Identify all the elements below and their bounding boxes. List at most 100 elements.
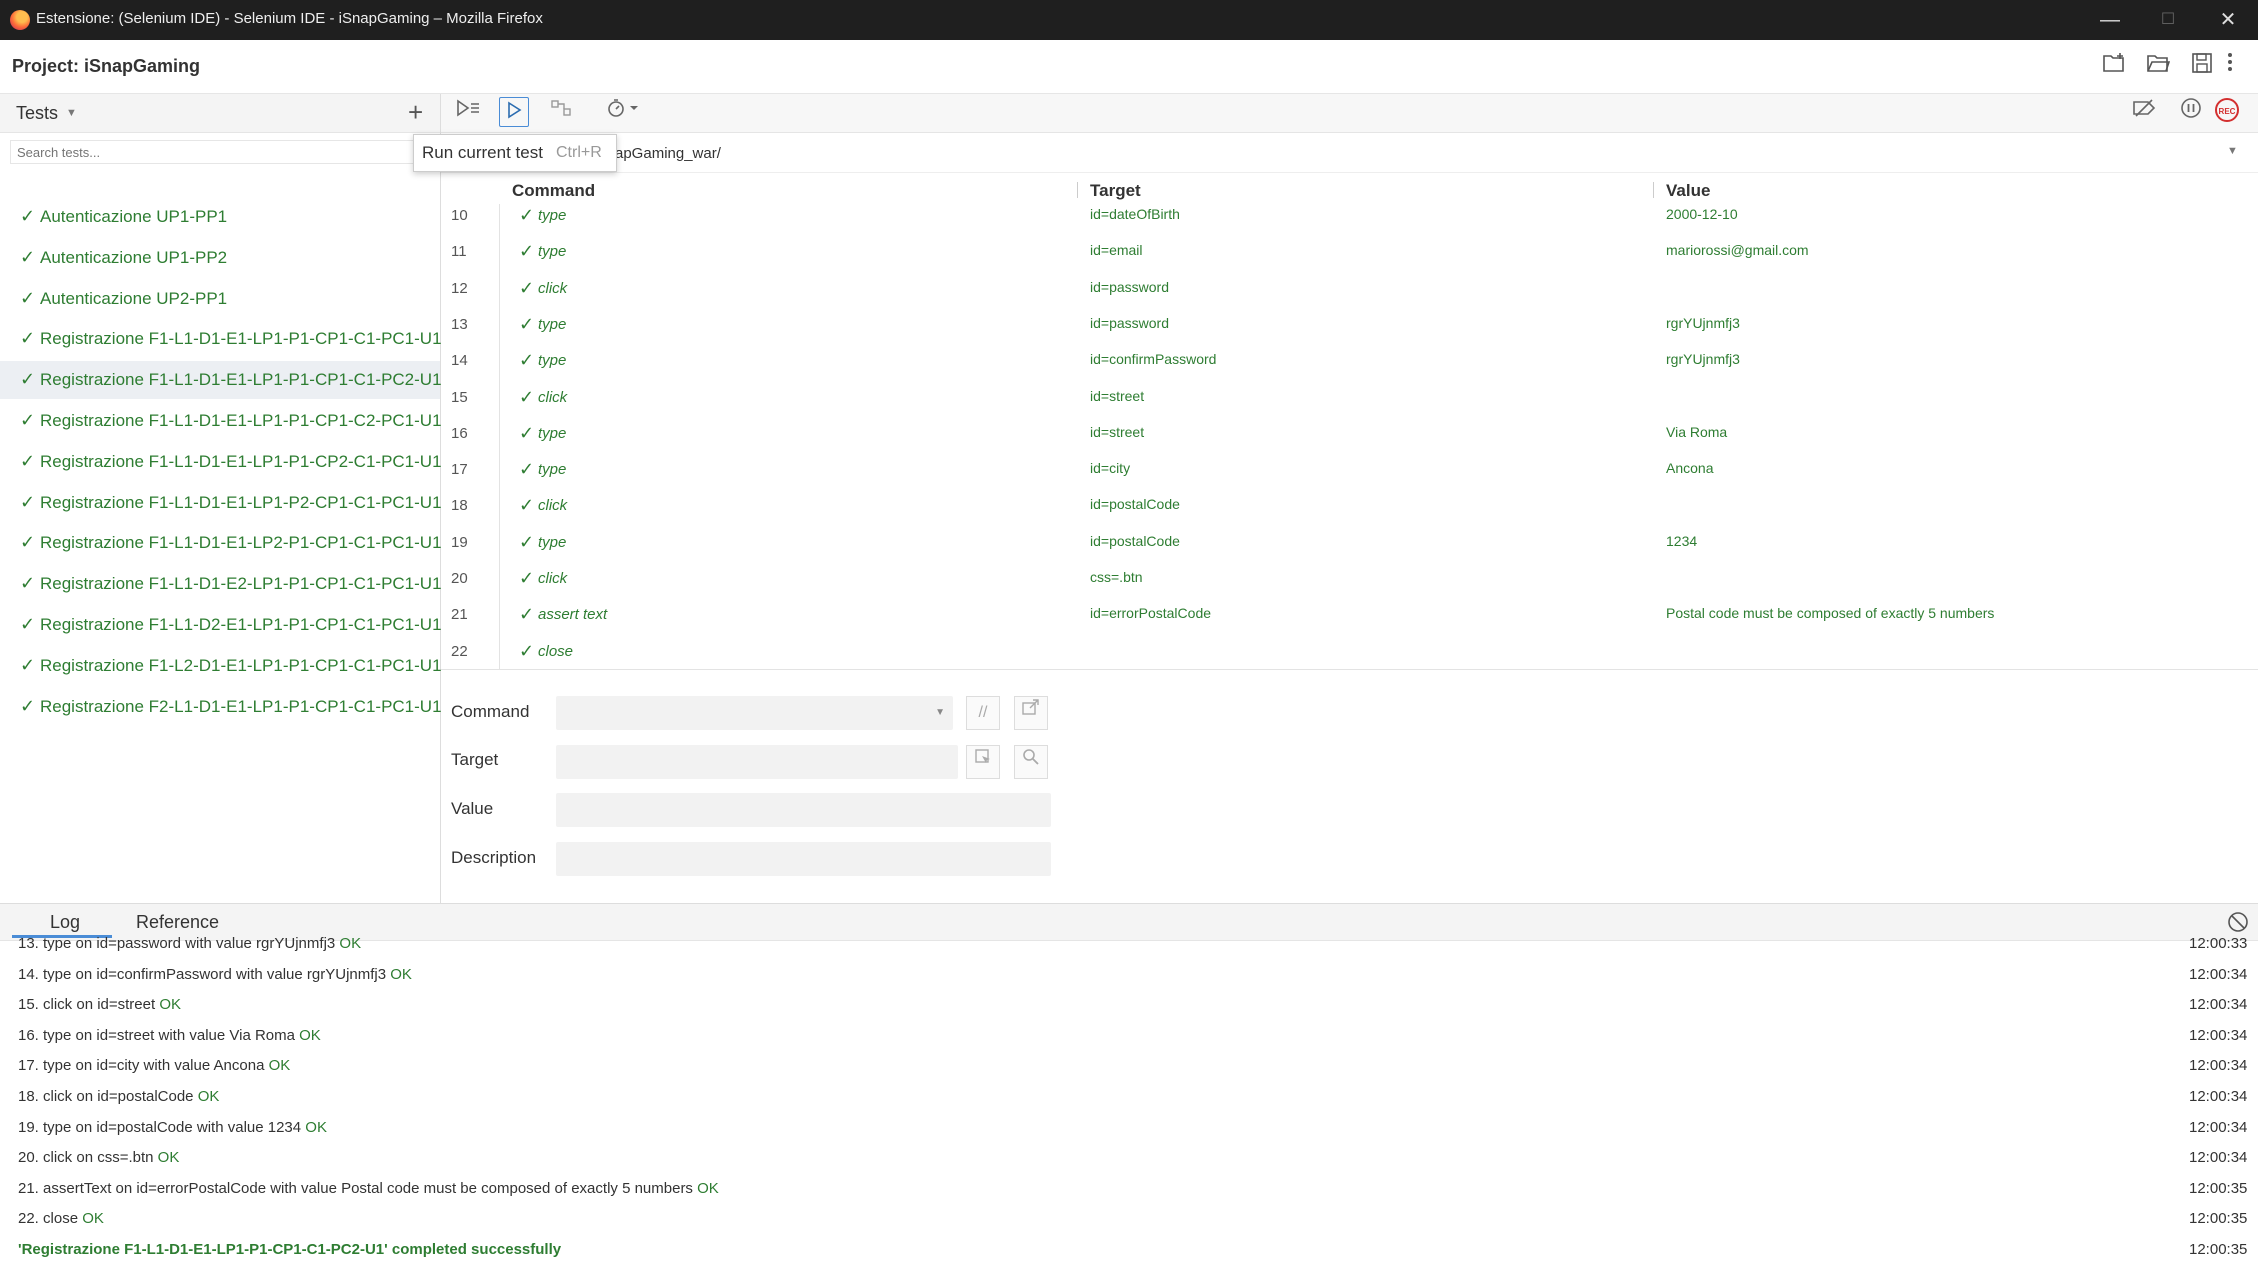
more-options-icon[interactable]	[2222, 52, 2238, 80]
table-row[interactable]: 16 ✓ type id=street Via Roma	[441, 416, 2258, 452]
run-all-tests-icon[interactable]	[453, 97, 483, 127]
log-completion-message: 'Registrazione F1-L1-D1-E1-LP1-P1-CP1-C1…	[18, 1241, 562, 1258]
new-project-icon[interactable]	[2100, 52, 2128, 80]
log-line: 21. assertText on id=errorPostalCode wit…	[18, 1179, 2247, 1210]
value-input[interactable]	[556, 793, 1051, 827]
pause-on-exceptions-icon[interactable]	[2176, 97, 2206, 127]
save-project-icon[interactable]	[2188, 52, 2216, 80]
log-status: OK	[305, 1118, 327, 1136]
table-row[interactable]: 17 ✓ type id=city Ancona	[441, 452, 2258, 488]
base-url-value[interactable]: apGaming_war/	[615, 145, 721, 162]
search-tests-input[interactable]	[10, 140, 415, 164]
test-list-item[interactable]: ✓ Autenticazione UP1-PP1	[0, 198, 440, 236]
disable-breakpoints-icon[interactable]	[2129, 97, 2159, 127]
row-value: rgrYUjnmfj3	[1666, 314, 1740, 331]
test-list-item[interactable]: ✓ Registrazione F1-L1-D1-E1-LP1-P1-CP1-C1…	[0, 361, 442, 400]
test-list-item[interactable]: ✓ Registrazione F1-L1-D1-E1-LP1-P1-CP2-C1…	[0, 443, 442, 481]
test-list-item[interactable]: ✓ Registrazione F2-L1-D1-E1-LP1-P1-CP1-C1…	[0, 688, 442, 726]
row-number: 18	[451, 497, 468, 515]
log-message: 20. click on css=.btn	[18, 1149, 154, 1167]
check-icon: ✓	[519, 422, 535, 443]
run-current-test-button[interactable]	[499, 97, 529, 127]
log-status: OK	[157, 1149, 180, 1167]
tests-dropdown[interactable]: Tests	[16, 103, 58, 124]
test-list-item[interactable]: ✓ Registrazione F1-L1-D1-E2-LP1-P1-CP1-C1…	[0, 565, 442, 603]
table-row[interactable]: 12 ✓ click id=password	[441, 271, 2258, 307]
check-icon: ✓	[519, 241, 535, 262]
speed-timer-icon[interactable]	[603, 97, 643, 127]
table-row[interactable]: 20 ✓ click css=.btn	[441, 561, 2258, 597]
table-row[interactable]: 22 ✓ close	[441, 634, 2258, 670]
base-url-bar[interactable]: apGaming_war/ ▼	[441, 133, 2258, 173]
row-number: 20	[451, 570, 468, 587]
test-list-item[interactable]: ✓ Registrazione F1-L1-D1-E1-LP1-P2-CP1-C1…	[0, 484, 442, 522]
find-target-icon[interactable]	[1014, 745, 1048, 779]
log-line-final: 'Registrazione F1-L1-D1-E1-LP1-P1-CP1-C1…	[18, 1241, 2247, 1271]
test-list-item[interactable]: ✓ Registrazione F1-L1-D1-E1-LP2-P1-CP1-C1…	[0, 524, 442, 562]
table-row[interactable]: 13 ✓ type id=password rgrYUjnmfj3	[441, 307, 2258, 343]
row-command: click	[538, 497, 568, 515]
row-command: type	[538, 207, 567, 224]
close-button[interactable]: ✕	[2214, 6, 2242, 34]
table-row[interactable]: 18 ✓ click id=postalCode	[441, 488, 2258, 524]
maximize-button[interactable]: ☐	[2154, 6, 2182, 34]
table-row[interactable]: 19 ✓ type id=postalCode 1234	[441, 525, 2258, 561]
row-number: 11	[451, 243, 467, 261]
minimize-button[interactable]: —	[2096, 6, 2124, 34]
clear-log-icon[interactable]	[2227, 911, 2249, 938]
project-name: Project: iSnapGaming	[12, 56, 201, 76]
step-over-icon[interactable]	[546, 97, 576, 127]
row-target: css=.btn	[1090, 569, 1143, 585]
test-name: Registrazione F1-L1-D2-E1-LP1-P1-CP1-C1-…	[40, 615, 442, 634]
log-line: 15. click on id=street OK 12:00:34	[18, 996, 2247, 1026]
add-test-icon[interactable]: +	[408, 97, 423, 128]
command-select[interactable]: ▼	[556, 696, 953, 730]
check-icon: ✓	[20, 614, 36, 634]
check-icon: ✓	[20, 450, 36, 471]
test-name: Registrazione F1-L1-D1-E1-LP1-P1-CP1-C1-…	[40, 329, 442, 349]
row-target: id=errorPostalCode	[1090, 605, 1212, 622]
check-icon: ✓	[519, 459, 535, 480]
log-message: 15. click on id=street	[18, 996, 156, 1014]
firefox-logo-icon	[10, 10, 30, 30]
comment-toggle-button[interactable]: //	[966, 696, 1000, 730]
row-value: Postal code must be composed of exactly …	[1666, 605, 1995, 622]
test-list-item[interactable]: ✓ Registrazione F1-L1-D1-E1-LP1-P1-CP1-C1…	[0, 320, 442, 358]
tab-reference[interactable]: Reference	[136, 912, 219, 933]
test-list-item[interactable]: ✓ Autenticazione UP2-PP1	[0, 280, 440, 318]
open-project-icon[interactable]	[2144, 52, 2172, 80]
row-value: Via Roma	[1666, 423, 1728, 440]
column-divider[interactable]	[1653, 182, 1654, 198]
log-status: OK	[82, 1210, 104, 1228]
chevron-down-icon[interactable]: ▼	[935, 707, 945, 718]
row-command: click	[538, 388, 568, 406]
target-input[interactable]	[556, 745, 958, 779]
table-row[interactable]: 11 ✓ type id=email mariorossi@gmail.com	[441, 234, 2258, 270]
table-row[interactable]: 21 ✓ assert text id=errorPostalCode Postal c…	[441, 597, 2258, 633]
test-list-item[interactable]: ✓ Registrazione F1-L1-D1-E1-LP1-P1-CP1-C2…	[0, 402, 442, 440]
row-target: id=password	[1090, 314, 1169, 331]
test-list-item[interactable]: ✓ Registrazione F1-L1-D2-E1-LP1-P1-CP1-C1…	[0, 606, 442, 644]
table-row[interactable]: 15 ✓ click id=street	[441, 380, 2258, 416]
table-row[interactable]: 14 ✓ type id=confirmPassword rgrYUjnmfj3	[441, 343, 2258, 379]
select-target-icon[interactable]	[966, 745, 1000, 779]
chevron-down-icon[interactable]: ▼	[66, 107, 77, 119]
table-row[interactable]: 10 ✓ type id=dateOfBirth 2000-12-10	[441, 198, 2258, 234]
log-timestamp: 12:00:34	[2189, 996, 2248, 1014]
row-number: 14	[451, 352, 468, 370]
description-input[interactable]	[556, 842, 1051, 876]
row-value: mariorossi@gmail.com	[1666, 242, 1809, 259]
open-reference-icon[interactable]	[1014, 696, 1048, 730]
log-message: 21. assertText on id=errorPostalCode wit…	[18, 1179, 693, 1197]
record-button[interactable]: REC	[2215, 98, 2239, 122]
log-timestamp: 12:00:33	[2189, 935, 2248, 952]
row-target: id=street	[1090, 387, 1145, 404]
chevron-down-icon[interactable]: ▼	[2227, 145, 2238, 157]
row-command: close	[538, 642, 574, 660]
test-list-item[interactable]: ✓ Registrazione F1-L2-D1-E1-LP1-P1-CP1-C1…	[0, 647, 442, 685]
column-divider[interactable]	[1077, 182, 1078, 198]
row-value: Ancona	[1666, 460, 1714, 477]
table-divider	[441, 669, 2258, 670]
tab-log[interactable]: Log	[50, 912, 80, 933]
test-list-item[interactable]: ✓ Autenticazione UP1-PP2	[0, 239, 440, 277]
